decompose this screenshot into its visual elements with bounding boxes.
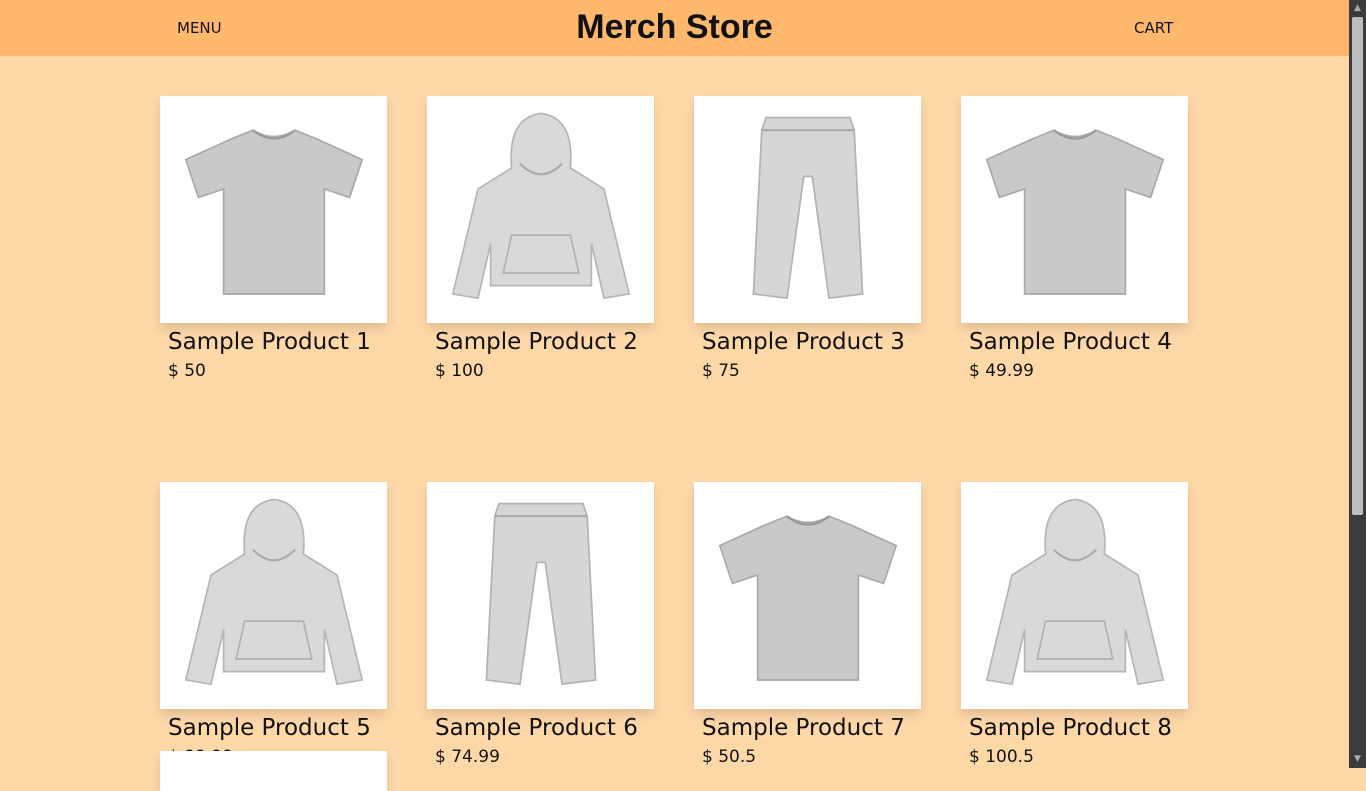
product-name[interactable]: Sample Product 5 [168,713,387,743]
product-image[interactable] [160,482,387,709]
product-card[interactable]: Sample Product 5 $ 99.99 [160,482,387,768]
top-header: MENU Merch Store CART [0,0,1349,56]
product-name[interactable]: Sample Product 6 [435,713,654,743]
product-card[interactable]: Sample Product 1 $ 50 [160,96,387,382]
hoodie-icon [184,497,363,685]
product-image[interactable] [427,96,654,323]
scroll-up-icon[interactable]: ▲ [1349,0,1366,17]
tshirt-icon [718,514,897,681]
scroll-down-icon[interactable]: ▼ [1349,751,1366,768]
product-price: $ 50 [168,361,206,381]
product-image[interactable] [427,482,654,709]
product-name[interactable]: Sample Product 1 [168,327,387,357]
hoodie-icon [985,497,1164,685]
product-price: $ 100 [435,361,484,381]
hoodie-icon [451,111,630,299]
product-card[interactable]: Sample Product 8 $ 100.5 [961,482,1188,768]
pants-icon [484,502,597,685]
product-card[interactable]: Sample Product 3 $ 75 [694,96,921,382]
product-card[interactable]: Sample Product 7 $ 50.5 [694,482,921,768]
product-image[interactable] [160,96,387,323]
tshirt-icon [184,128,363,295]
cart-button[interactable]: CART [1134,19,1173,37]
product-image[interactable] [694,96,921,323]
product-image[interactable] [694,482,921,709]
scroll-thumb[interactable] [1352,17,1363,515]
tshirt-icon [985,128,1164,295]
product-grid: Sample Product 1 $ 50 Sample Product 2 $… [160,96,1189,768]
product-price: $ 50.5 [702,747,757,767]
product-card-partial[interactable] [160,751,387,791]
product-card[interactable]: Sample Product 4 $ 49.99 [961,96,1188,382]
product-card[interactable]: Sample Product 6 $ 74.99 [427,482,654,768]
product-name[interactable]: Sample Product 2 [435,327,654,357]
product-name[interactable]: Sample Product 3 [702,327,921,357]
product-card[interactable]: Sample Product 2 $ 100 [427,96,654,382]
product-name[interactable]: Sample Product 4 [969,327,1188,357]
product-price: $ 100.5 [969,747,1034,767]
product-price: $ 75 [702,361,740,381]
product-name[interactable]: Sample Product 7 [702,713,921,743]
product-image[interactable] [961,482,1188,709]
vertical-scrollbar[interactable]: ▲ ▼ [1349,0,1366,768]
product-price: $ 49.99 [969,361,1034,381]
pants-icon [751,116,864,299]
product-image[interactable] [961,96,1188,323]
product-name[interactable]: Sample Product 8 [969,713,1188,743]
product-price: $ 74.99 [435,747,500,767]
